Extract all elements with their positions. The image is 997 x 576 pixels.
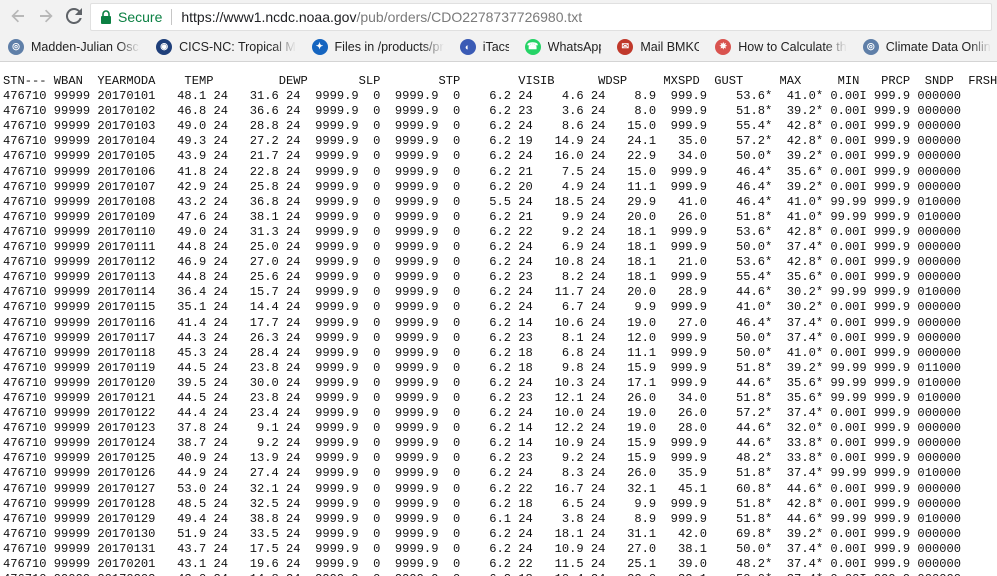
file-data-row: 476710 99999 20170107 42.9 24 25.8 24 99… bbox=[3, 179, 961, 194]
file-data-row: 476710 99999 20170129 49.4 24 38.8 24 99… bbox=[3, 511, 961, 526]
file-data-row: 476710 99999 20170106 41.8 24 22.8 24 99… bbox=[3, 164, 961, 179]
file-data-row: 476710 99999 20170127 53.0 24 32.1 24 99… bbox=[3, 481, 961, 496]
file-header-line: STN--- WBAN YEARMODA TEMP DEWP SLP STP V… bbox=[3, 74, 997, 88]
file-data-row: 476710 99999 20170103 49.0 24 28.8 24 99… bbox=[3, 119, 961, 134]
mail-icon: ✉ bbox=[617, 38, 634, 55]
noaa-icon: ✦ bbox=[311, 38, 328, 55]
secure-label: Secure bbox=[118, 9, 163, 25]
bookmark-item[interactable]: ◉ CICS-NC: Tropical Mo bbox=[156, 38, 296, 55]
bookmark-label: iTacs bbox=[482, 39, 509, 54]
file-data-row: 476710 99999 20170121 44.5 24 23.8 24 99… bbox=[3, 390, 961, 405]
file-data-row: 476710 99999 20170112 46.9 24 27.0 24 99… bbox=[3, 255, 961, 270]
file-data-row: 476710 99999 20170111 44.8 24 25.0 24 99… bbox=[3, 240, 961, 255]
file-data-row: 476710 99999 20170118 45.3 24 28.4 24 99… bbox=[3, 345, 961, 360]
bookmark-item[interactable]: ◎ Madden-Julian Oscill bbox=[8, 38, 141, 55]
file-data-row: 476710 99999 20170120 39.5 24 30.0 24 99… bbox=[3, 375, 961, 390]
file-data-row: 476710 99999 20170130 51.9 24 33.5 24 99… bbox=[3, 526, 961, 541]
file-data-row: 476710 99999 20170202 43.0 24 14.8 24 99… bbox=[3, 572, 961, 576]
whatsapp-icon: ☎ bbox=[524, 38, 541, 55]
file-data-row: 476710 99999 20170131 43.7 24 17.5 24 99… bbox=[3, 541, 961, 556]
address-bar[interactable]: Secure https://www1.ncdc.noaa.gov/pub/or… bbox=[90, 3, 992, 31]
back-button[interactable] bbox=[4, 2, 32, 30]
file-data-row: 476710 99999 20170114 36.4 24 15.7 24 99… bbox=[3, 285, 961, 300]
bookmarks-bar: ◎ Madden-Julian Oscill ◉ CICS-NC: Tropical … bbox=[0, 32, 997, 62]
bookmark-label: How to Calculate the bbox=[738, 39, 847, 54]
file-data-row: 476710 99999 20170105 43.9 24 21.7 24 99… bbox=[3, 149, 961, 164]
bookmark-label: WhatsApp bbox=[547, 39, 602, 54]
file-data-row: 476710 99999 20170128 48.5 24 32.5 24 99… bbox=[3, 496, 961, 511]
file-data-row: 476710 99999 20170125 40.9 24 13.9 24 99… bbox=[3, 451, 961, 466]
browser-toolbar: Secure https://www1.ncdc.noaa.gov/pub/or… bbox=[0, 0, 997, 32]
reload-icon bbox=[66, 8, 82, 24]
file-data-row: 476710 99999 20170117 44.3 24 26.3 24 99… bbox=[3, 330, 961, 345]
file-data-row: 476710 99999 20170104 49.3 24 27.2 24 99… bbox=[3, 134, 961, 149]
bookmark-item[interactable]: ✉ Mail BMKG bbox=[617, 38, 700, 55]
globe-icon: ◎ bbox=[862, 38, 879, 55]
arrow-left-icon bbox=[11, 9, 24, 23]
page-content: STN--- WBAN YEARMODA TEMP DEWP SLP STP V… bbox=[0, 62, 997, 576]
file-data-row: 476710 99999 20170110 49.0 24 31.3 24 99… bbox=[3, 224, 961, 239]
file-data-row: 476710 99999 20170102 46.8 24 36.6 24 99… bbox=[3, 104, 961, 119]
url-path: /pub/orders/CDO2278737726980.txt bbox=[356, 9, 583, 25]
arrow-right-icon bbox=[40, 9, 53, 23]
file-data-row: 476710 99999 20170201 43.1 24 19.6 24 99… bbox=[3, 557, 961, 571]
bookmark-item[interactable]: ◐ iTacs bbox=[459, 38, 509, 55]
bookmark-label: CICS-NC: Tropical Mo bbox=[179, 39, 296, 54]
url-host: https://www1.ncdc.noaa.gov bbox=[181, 9, 357, 25]
file-data-row: 476710 99999 20170113 44.8 24 25.6 24 99… bbox=[3, 270, 961, 285]
file-data-row: 476710 99999 20170116 41.4 24 17.7 24 99… bbox=[3, 315, 961, 330]
file-data-row: 476710 99999 20170126 44.9 24 27.4 24 99… bbox=[3, 466, 961, 481]
omnibox-divider bbox=[171, 9, 173, 25]
file-data-row: 476710 99999 20170124 38.7 24 9.2 24 999… bbox=[3, 436, 961, 451]
file-data-row: 476710 99999 20170123 37.8 24 9.1 24 999… bbox=[3, 421, 961, 436]
file-data-row: 476710 99999 20170108 43.2 24 36.8 24 99… bbox=[3, 194, 961, 209]
sparkle-icon: ✵ bbox=[715, 38, 732, 55]
itacs-icon: ◐ bbox=[459, 38, 476, 55]
cics-icon: ◉ bbox=[156, 38, 173, 55]
bookmark-item[interactable]: ✦ Files in /products/pre bbox=[311, 38, 444, 55]
bookmark-item[interactable]: ◎ Climate Data Online bbox=[862, 38, 991, 55]
forward-button[interactable] bbox=[32, 2, 60, 30]
bookmark-label: Climate Data Online bbox=[885, 39, 991, 54]
reload-button[interactable] bbox=[60, 2, 88, 30]
file-data-row: 476710 99999 20170122 44.4 24 23.4 24 99… bbox=[3, 406, 961, 421]
file-data-row: 476710 99999 20170119 44.5 24 23.8 24 99… bbox=[3, 360, 961, 375]
bookmark-item[interactable]: ☎ WhatsApp bbox=[524, 38, 602, 55]
file-data-row: 476710 99999 20170109 47.6 24 38.1 24 99… bbox=[3, 209, 961, 224]
globe-icon: ◎ bbox=[8, 38, 24, 55]
bookmark-label: Madden-Julian Oscill bbox=[31, 39, 141, 54]
file-data-row: 476710 99999 20170115 35.1 24 14.4 24 99… bbox=[3, 300, 961, 315]
bookmark-label: Mail BMKG bbox=[640, 39, 700, 54]
bookmark-item[interactable]: ✵ How to Calculate the bbox=[715, 38, 847, 55]
lock-icon bbox=[99, 10, 113, 24]
data-file-text: STN--- WBAN YEARMODA TEMP DEWP SLP STP V… bbox=[0, 62, 997, 576]
bookmark-label: Files in /products/pre bbox=[334, 39, 444, 54]
file-data-row: 476710 99999 20170101 48.1 24 31.6 24 99… bbox=[3, 89, 961, 104]
